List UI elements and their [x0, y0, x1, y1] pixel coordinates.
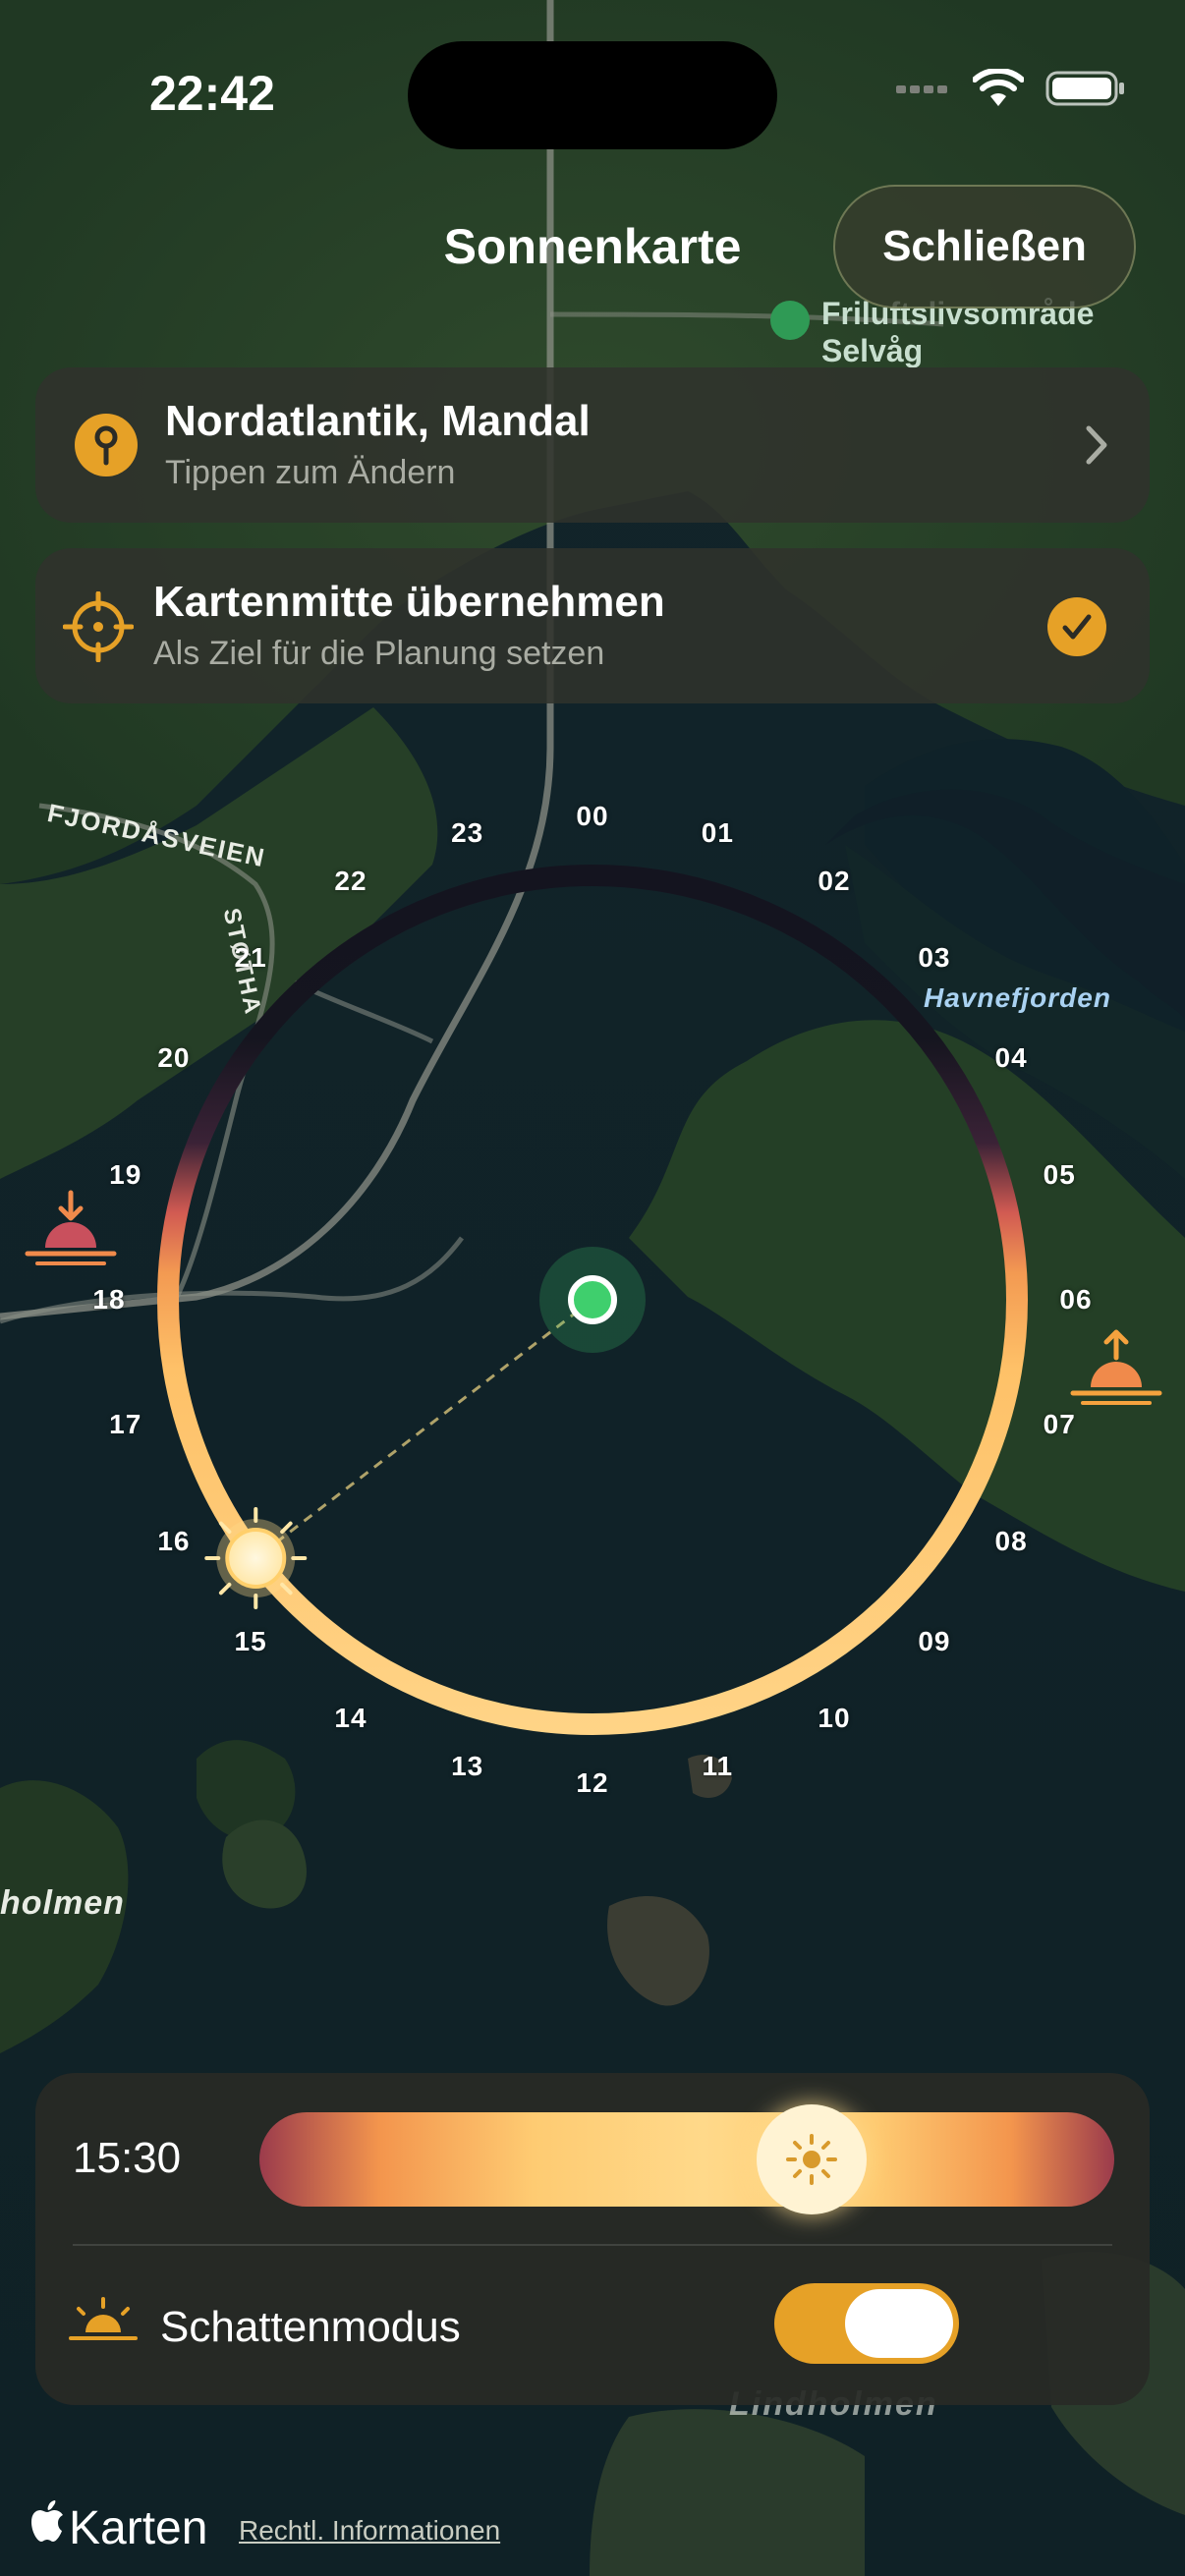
- hour-label-09: 09: [918, 1625, 951, 1656]
- sun-ray: [218, 1582, 232, 1596]
- hour-label-13: 13: [451, 1751, 484, 1782]
- sunset-icon: [24, 1189, 118, 1272]
- sun-disc: [225, 1527, 287, 1589]
- maps-brand: Karten: [29, 2500, 207, 2555]
- maps-brand-label: Karten: [69, 2501, 208, 2554]
- hour-label-11: 11: [702, 1751, 734, 1782]
- slider-thumb[interactable]: [757, 2104, 868, 2214]
- hour-label-10: 10: [818, 1703, 851, 1734]
- hour-label-21: 21: [234, 942, 267, 974]
- sun-direction-line: [254, 1298, 593, 1560]
- hour-label-01: 01: [701, 816, 734, 848]
- hour-label-15: 15: [234, 1625, 267, 1656]
- hour-label-20: 20: [157, 1042, 191, 1073]
- hour-label-00: 00: [576, 801, 609, 831]
- hour-label-04: 04: [994, 1042, 1028, 1073]
- apple-logo-icon: [29, 2500, 65, 2555]
- sunrise-icon: [1069, 1328, 1163, 1412]
- time-label: 15:30: [73, 2134, 182, 2182]
- hour-label-17: 17: [109, 1409, 142, 1440]
- shadow-mode-label: Schattenmodus: [160, 2303, 461, 2351]
- hour-label-03: 03: [918, 942, 951, 974]
- sun-icon: [786, 2134, 838, 2185]
- location-dot: [568, 1275, 617, 1324]
- legal-link[interactable]: Rechtl. Informationen: [239, 2515, 500, 2547]
- hour-label-18: 18: [92, 1284, 126, 1315]
- hour-label-07: 07: [1043, 1409, 1076, 1440]
- hour-label-22: 22: [334, 865, 367, 896]
- shadow-mode-toggle[interactable]: [774, 2283, 959, 2364]
- sun-horizon-icon: [69, 2295, 138, 2351]
- time-slider[interactable]: [259, 2112, 1114, 2207]
- hour-label-23: 23: [451, 816, 484, 848]
- hour-label-08: 08: [994, 1526, 1028, 1556]
- hour-label-06: 06: [1059, 1284, 1093, 1315]
- panel-divider: [73, 2244, 1112, 2246]
- sun-ray: [280, 1521, 293, 1535]
- toggle-knob: [845, 2289, 953, 2358]
- sun-icon: [204, 1506, 308, 1609]
- hour-label-12: 12: [576, 1767, 609, 1798]
- hour-label-14: 14: [334, 1703, 367, 1734]
- time-panel: 15:30 Schattenmodus: [35, 2073, 1150, 2405]
- hour-label-02: 02: [818, 865, 851, 896]
- hour-label-19: 19: [109, 1158, 142, 1190]
- hour-label-05: 05: [1043, 1158, 1076, 1190]
- hour-label-16: 16: [157, 1526, 191, 1556]
